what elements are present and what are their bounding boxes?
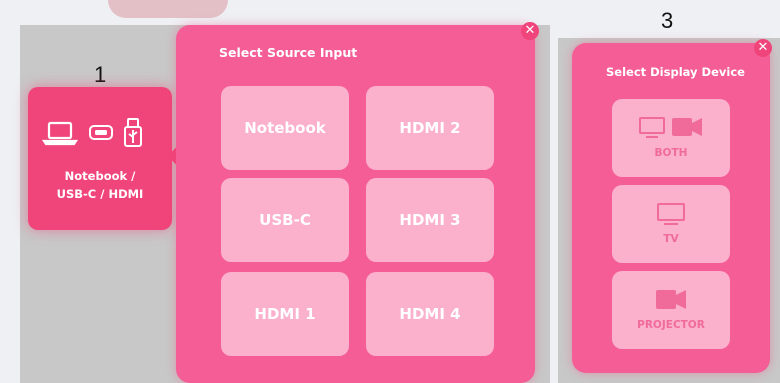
display-panel-close-button[interactable]: ✕ xyxy=(754,39,772,57)
source-option-hdmi-4[interactable]: HDMI 4 xyxy=(366,272,494,356)
display-option-projector[interactable]: PROJECTOR xyxy=(612,271,730,349)
source-icons xyxy=(28,117,172,149)
source-card-label-line2: USB-C / HDMI xyxy=(56,187,144,201)
display-option-both-label: BOTH xyxy=(654,147,688,159)
source-option-hdmi-3[interactable]: HDMI 3 xyxy=(366,178,494,262)
projector-icon xyxy=(656,290,686,309)
source-option-notebook[interactable]: Notebook xyxy=(221,86,349,170)
tv-icon xyxy=(639,117,665,138)
callout-number-1: 1 xyxy=(94,62,107,87)
source-option-hdmi-1[interactable]: HDMI 1 xyxy=(221,272,349,356)
projector-option-icons xyxy=(612,287,730,313)
select-source-input-panel: Select Source Input Notebook HDMI 2 USB-… xyxy=(176,25,535,383)
display-option-projector-label: PROJECTOR xyxy=(637,319,705,331)
select-display-device-panel: Select Display Device BOTH TV PROJECTOR xyxy=(572,43,770,373)
tv-icon xyxy=(657,203,685,225)
tv-option-icons xyxy=(612,201,730,227)
laptop-icon xyxy=(41,121,79,146)
source-panel-title: Select Source Input xyxy=(219,45,358,60)
background-tab xyxy=(108,0,228,18)
display-panel-title: Select Display Device xyxy=(606,65,745,79)
callout-number-3: 3 xyxy=(661,8,674,33)
display-option-both[interactable]: BOTH xyxy=(612,99,730,177)
source-card-label: Notebook / USB-C / HDMI xyxy=(28,167,172,203)
both-icons xyxy=(612,115,730,141)
source-option-hdmi-2[interactable]: HDMI 2 xyxy=(366,86,494,170)
source-option-usb-c[interactable]: USB-C xyxy=(221,178,349,262)
display-option-tv-label: TV xyxy=(663,233,679,245)
hdmi-port-icon xyxy=(89,125,113,140)
display-option-tv[interactable]: TV xyxy=(612,185,730,263)
source-panel-close-button[interactable]: ✕ xyxy=(521,22,539,40)
notebook-usbc-hdmi-source-button[interactable]: Notebook / USB-C / HDMI xyxy=(28,87,172,230)
usb-icon xyxy=(124,118,142,147)
projector-icon xyxy=(672,118,702,136)
source-card-label-line1: Notebook / xyxy=(64,169,136,183)
